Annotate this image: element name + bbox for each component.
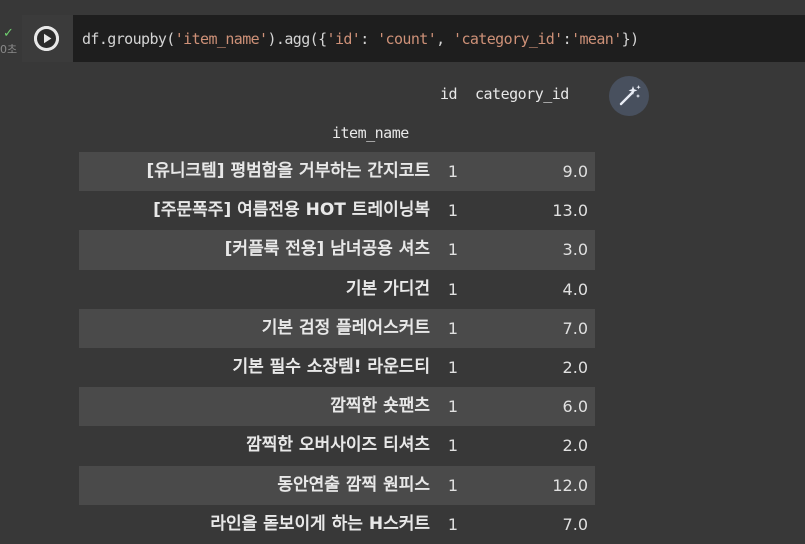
row-index-label: [커플룩 전용] 남녀공용 셔츠 — [224, 239, 430, 260]
table-row: 깜찍한 숏팬츠 1 6.0 — [79, 387, 595, 427]
code-editor[interactable]: df.groupby('item_name').agg({'id': 'coun… — [73, 15, 805, 62]
cell-id-count: 1 — [447, 162, 458, 181]
table-row: [커플룩 전용] 남녀공용 셔츠 1 3.0 — [79, 230, 595, 270]
cell-category-id-mean: 2.0 — [562, 357, 588, 377]
cell-category-id-mean: 4.0 — [562, 279, 588, 299]
cell-category-id-mean: 7.0 — [562, 514, 588, 534]
cell-id-count: 1 — [447, 397, 458, 417]
code-token: 'item_name' — [174, 30, 268, 48]
table-row: 동안연출 깜찍 원피스 1 12.0 — [79, 465, 595, 505]
cell-id-count: 1 — [447, 201, 458, 221]
table-row: [유니크템] 평범함을 거부하는 간지코트 1 9.0 — [79, 152, 595, 192]
play-icon — [34, 26, 59, 51]
cell-category-id-mean: 12.0 — [552, 475, 588, 495]
cell-id-count: 1 — [447, 318, 458, 338]
code-token: 'id' — [326, 30, 361, 48]
dataframe-table: [유니크템] 평범함을 거부하는 간지코트 1 9.0 [주문폭주] 여름전용 HOT… — [79, 152, 595, 544]
code-token: : — [360, 30, 378, 48]
run-area — [22, 15, 73, 62]
code-token: 'category_id' — [453, 30, 563, 48]
cell-output: id category_id item_name [유니크템] 평범함을 거부하… — [22, 62, 805, 544]
cell-category-id-mean: 2.0 — [562, 436, 588, 456]
row-index-label: 기본 필수 소장템! 라운드티 — [232, 356, 430, 377]
table-row: 라인을 돋보이게 하는 H스커트 1 7.0 — [79, 504, 595, 544]
index-header: item_name — [332, 124, 409, 142]
row-index-label: [유니크템] 평범함을 거부하는 간지코트 — [146, 161, 430, 181]
table-row: 깜찍한 오버사이즈 티셔츠 1 2.0 — [79, 426, 595, 466]
cell-id-count: 1 — [447, 240, 458, 260]
row-index-label: 기본 검정 플레어스커트 — [261, 317, 430, 338]
execution-time: 0초 — [0, 43, 18, 56]
row-index-label: 라인을 돋보이게 하는 H스커트 — [210, 513, 430, 534]
code-line[interactable]: df.groupby('item_name').agg({'id': 'coun… — [82, 30, 639, 48]
cell-id-count: 1 — [447, 514, 458, 534]
row-index-label: [주문폭주] 여름전용 HOT 트레이닝복 — [153, 200, 430, 221]
code-token: }) — [621, 30, 639, 48]
code-token: : — [562, 30, 572, 48]
row-index-label: 깜찍한 숏팬츠 — [330, 396, 430, 417]
row-index-label: 깜찍한 오버사이즈 티셔츠 — [246, 435, 430, 456]
cell-category-id-mean: 3.0 — [562, 240, 588, 260]
cell-category-id-mean: 7.0 — [562, 318, 588, 338]
code-token: 'mean' — [571, 30, 622, 48]
code-token: df.groupby( — [82, 30, 175, 48]
table-row: 기본 가디건 1 4.0 — [79, 269, 595, 309]
check-icon: ✓ — [3, 26, 14, 41]
cell-category-id-mean: 9.0 — [562, 162, 588, 181]
code-token: ).agg({ — [267, 30, 328, 48]
code-token: 'count' — [377, 30, 437, 48]
table-row: 기본 검정 플레어스커트 1 7.0 — [79, 308, 595, 348]
cell-category-id-mean: 13.0 — [552, 201, 588, 221]
cell-id-count: 1 — [447, 279, 458, 299]
code-cell: df.groupby('item_name').agg({'id': 'coun… — [22, 15, 805, 544]
cell-id-count: 1 — [447, 436, 458, 456]
magic-wand-icon — [619, 85, 641, 106]
cell-id-count: 1 — [447, 357, 458, 377]
table-row: [주문폭주] 여름전용 HOT 트레이닝복 1 13.0 — [79, 191, 595, 231]
suggest-charts-button[interactable] — [609, 76, 649, 116]
cell-gutter: ✓ 0초 — [0, 0, 22, 533]
run-cell-button[interactable] — [34, 26, 59, 51]
row-index-label: 기본 가디건 — [345, 278, 430, 299]
code-token: , — [436, 30, 454, 48]
cell-category-id-mean: 6.0 — [562, 397, 588, 417]
row-index-label: 동안연출 깜찍 원피스 — [277, 474, 430, 495]
table-row: 기본 필수 소장템! 라운드티 1 2.0 — [79, 347, 595, 388]
cell-id-count: 1 — [447, 475, 458, 495]
column-header-id: id — [440, 85, 458, 103]
column-header-category-id: category_id — [475, 85, 569, 103]
